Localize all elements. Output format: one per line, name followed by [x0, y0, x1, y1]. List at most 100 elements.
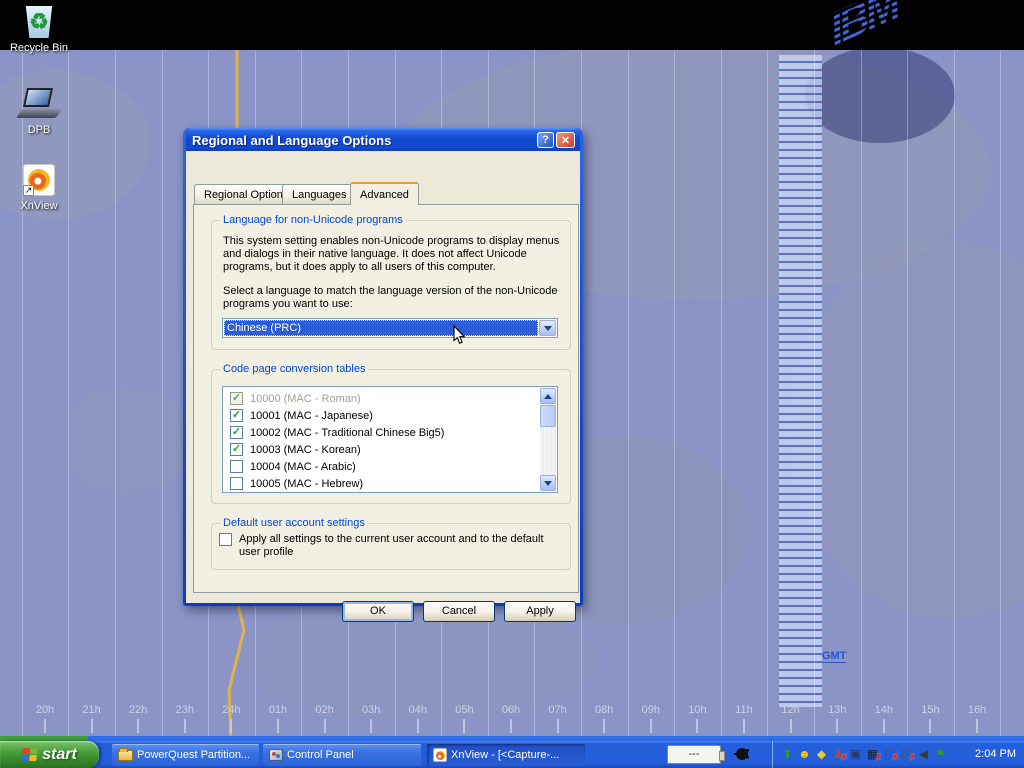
- desktop-icon-xnview[interactable]: ↗ XnView: [1, 162, 77, 212]
- default-user-group: Default user account settings Apply all …: [211, 523, 571, 570]
- offline-users-icon[interactable]: ♟✗: [831, 747, 846, 762]
- scrollbar-thumb[interactable]: [540, 405, 556, 427]
- task-label: XnView - [<Capture-...: [451, 749, 559, 761]
- timezone-label: 01h: [269, 704, 287, 716]
- diamond-utility-icon[interactable]: ◆: [814, 747, 829, 762]
- taskbar: start PowerQuest Partition... Control Pa…: [0, 741, 1024, 768]
- task-label: Control Panel: [287, 749, 354, 761]
- code-page-row[interactable]: 10004 (MAC - Arabic): [224, 458, 540, 475]
- checkbox[interactable]: ✓: [230, 409, 243, 422]
- timezone-label: 16h: [968, 704, 986, 716]
- code-page-row[interactable]: ✓ 10001 (MAC - Japanese): [224, 407, 540, 424]
- xnview-icon: [433, 748, 447, 762]
- desktop-icon-recycle-bin[interactable]: ♻ Recycle Bin: [1, 4, 77, 54]
- start-label: start: [42, 746, 77, 764]
- red-x-overlay-icon: ✗: [874, 750, 882, 765]
- taskbar-button-xnview[interactable]: XnView - [<Capture-...: [427, 744, 585, 766]
- language-combobox[interactable]: Chinese (PRC): [222, 318, 558, 338]
- group-title: Language for non-Unicode programs: [220, 214, 406, 226]
- timezone-separator: [68, 50, 69, 736]
- task-label: PowerQuest Partition...: [137, 749, 250, 761]
- code-page-label: 10005 (MAC - Hebrew): [250, 478, 363, 490]
- dialog-title: Regional and Language Options: [192, 133, 535, 148]
- remove-hardware-icon[interactable]: ⬆: [780, 747, 795, 762]
- timezone-label: 02h: [315, 704, 333, 716]
- timezone-label: 10h: [688, 704, 706, 716]
- help-button[interactable]: ?: [537, 132, 554, 148]
- timezone-label: 23h: [176, 704, 194, 716]
- scheduler-disabled-icon[interactable]: ▦✗: [865, 747, 880, 762]
- code-page-label: 10001 (MAC - Japanese): [250, 410, 373, 422]
- control-panel-icon: [269, 749, 283, 761]
- volume-icon[interactable]: ◀: [916, 747, 931, 762]
- icon-label: Recycle Bin: [1, 42, 77, 54]
- scroll-up-button[interactable]: [540, 388, 556, 404]
- checkbox[interactable]: ✓: [230, 443, 243, 456]
- tab-languages[interactable]: Languages: [282, 184, 356, 204]
- timezone-tick: [91, 719, 93, 733]
- taskbar-button-control-panel[interactable]: Control Panel: [263, 744, 421, 766]
- dialog-body: Regional Options Languages Advanced Lang…: [186, 151, 580, 603]
- start-button[interactable]: start: [0, 741, 99, 768]
- display-flag-icon[interactable]: ⚑: [933, 747, 948, 762]
- timezone-separator: [861, 50, 862, 736]
- timezone-tick: [790, 719, 792, 733]
- timezone-label: 24h: [222, 704, 240, 716]
- wireless-off-icon[interactable]: ◳✗: [899, 747, 914, 762]
- cancel-button[interactable]: Cancel: [423, 601, 495, 622]
- non-unicode-group: Language for non-Unicode programs This s…: [211, 220, 571, 350]
- taskbar-clock[interactable]: 2:04 PM: [975, 741, 1016, 768]
- messenger-icon[interactable]: ☻: [797, 747, 812, 762]
- listbox-scrollbar[interactable]: [540, 388, 556, 491]
- dialog-titlebar[interactable]: Regional and Language Options ? ✕: [186, 128, 580, 152]
- mouse-cursor: [453, 325, 466, 345]
- code-page-row[interactable]: ✓ 10003 (MAC - Korean): [224, 441, 540, 458]
- timezone-label: 05h: [455, 704, 473, 716]
- checkbox[interactable]: ✓: [230, 392, 243, 405]
- close-button[interactable]: ✕: [556, 132, 575, 148]
- checkbox[interactable]: [230, 477, 243, 490]
- timezone-separator: [1000, 50, 1001, 736]
- desktop-icon-dpb[interactable]: DPB: [1, 86, 77, 136]
- taskbar-button-powerquest[interactable]: PowerQuest Partition...: [112, 744, 259, 766]
- code-page-row[interactable]: ✓10000 (MAC - Roman): [224, 390, 540, 407]
- apply-all-settings-checkbox[interactable]: [219, 533, 232, 546]
- timezone-label: 07h: [548, 704, 566, 716]
- timezone-tick: [929, 719, 931, 733]
- network-disconnected-icon[interactable]: ◱✗: [882, 747, 897, 762]
- checkbox[interactable]: ✓: [230, 426, 243, 439]
- network-computers-icon[interactable]: ▣: [848, 747, 863, 762]
- apply-button[interactable]: Apply: [504, 601, 576, 622]
- advanced-tab-page: Language for non-Unicode programs This s…: [193, 204, 579, 593]
- windows-flag-icon: [21, 748, 38, 762]
- chevron-down-icon: [544, 326, 552, 331]
- recycle-bin-icon: ♻: [24, 6, 54, 38]
- combobox-dropdown-button[interactable]: [539, 320, 556, 336]
- red-x-overlay-icon: ✗: [840, 750, 848, 765]
- timezone-tick: [184, 719, 186, 733]
- code-page-listbox[interactable]: ✓10000 (MAC - Roman)✓10001 (MAC - Japane…: [222, 386, 558, 493]
- timezone-tick: [510, 719, 512, 733]
- ac-power-plug-icon[interactable]: [734, 746, 754, 762]
- regional-language-options-dialog: Regional and Language Options ? ✕ Region…: [183, 128, 583, 606]
- timezone-tick: [230, 719, 232, 733]
- timezone-label: 12h: [781, 704, 799, 716]
- tab-advanced[interactable]: Advanced: [350, 182, 419, 205]
- group-title: Code page conversion tables: [220, 363, 368, 375]
- scroll-down-button[interactable]: [540, 475, 556, 491]
- shortcut-arrow-icon: ↗: [23, 185, 34, 196]
- ok-button[interactable]: OK: [342, 601, 414, 622]
- timezone-tick: [836, 719, 838, 733]
- code-page-label: 10003 (MAC - Korean): [250, 444, 361, 456]
- timezone-label: 09h: [642, 704, 660, 716]
- checkbox[interactable]: [230, 460, 243, 473]
- battery-meter[interactable]: ---: [667, 745, 721, 764]
- code-page-group: Code page conversion tables ✓10000 (MAC …: [211, 369, 571, 504]
- timezone-separator: [22, 50, 23, 736]
- timezone-label: 08h: [595, 704, 613, 716]
- code-page-row[interactable]: 10005 (MAC - Hebrew): [224, 475, 540, 491]
- timezone-tick: [417, 719, 419, 733]
- wallpaper-scale-strip: [779, 55, 822, 707]
- timezone-label: 04h: [409, 704, 427, 716]
- code-page-row[interactable]: ✓10002 (MAC - Traditional Chinese Big5): [224, 424, 540, 441]
